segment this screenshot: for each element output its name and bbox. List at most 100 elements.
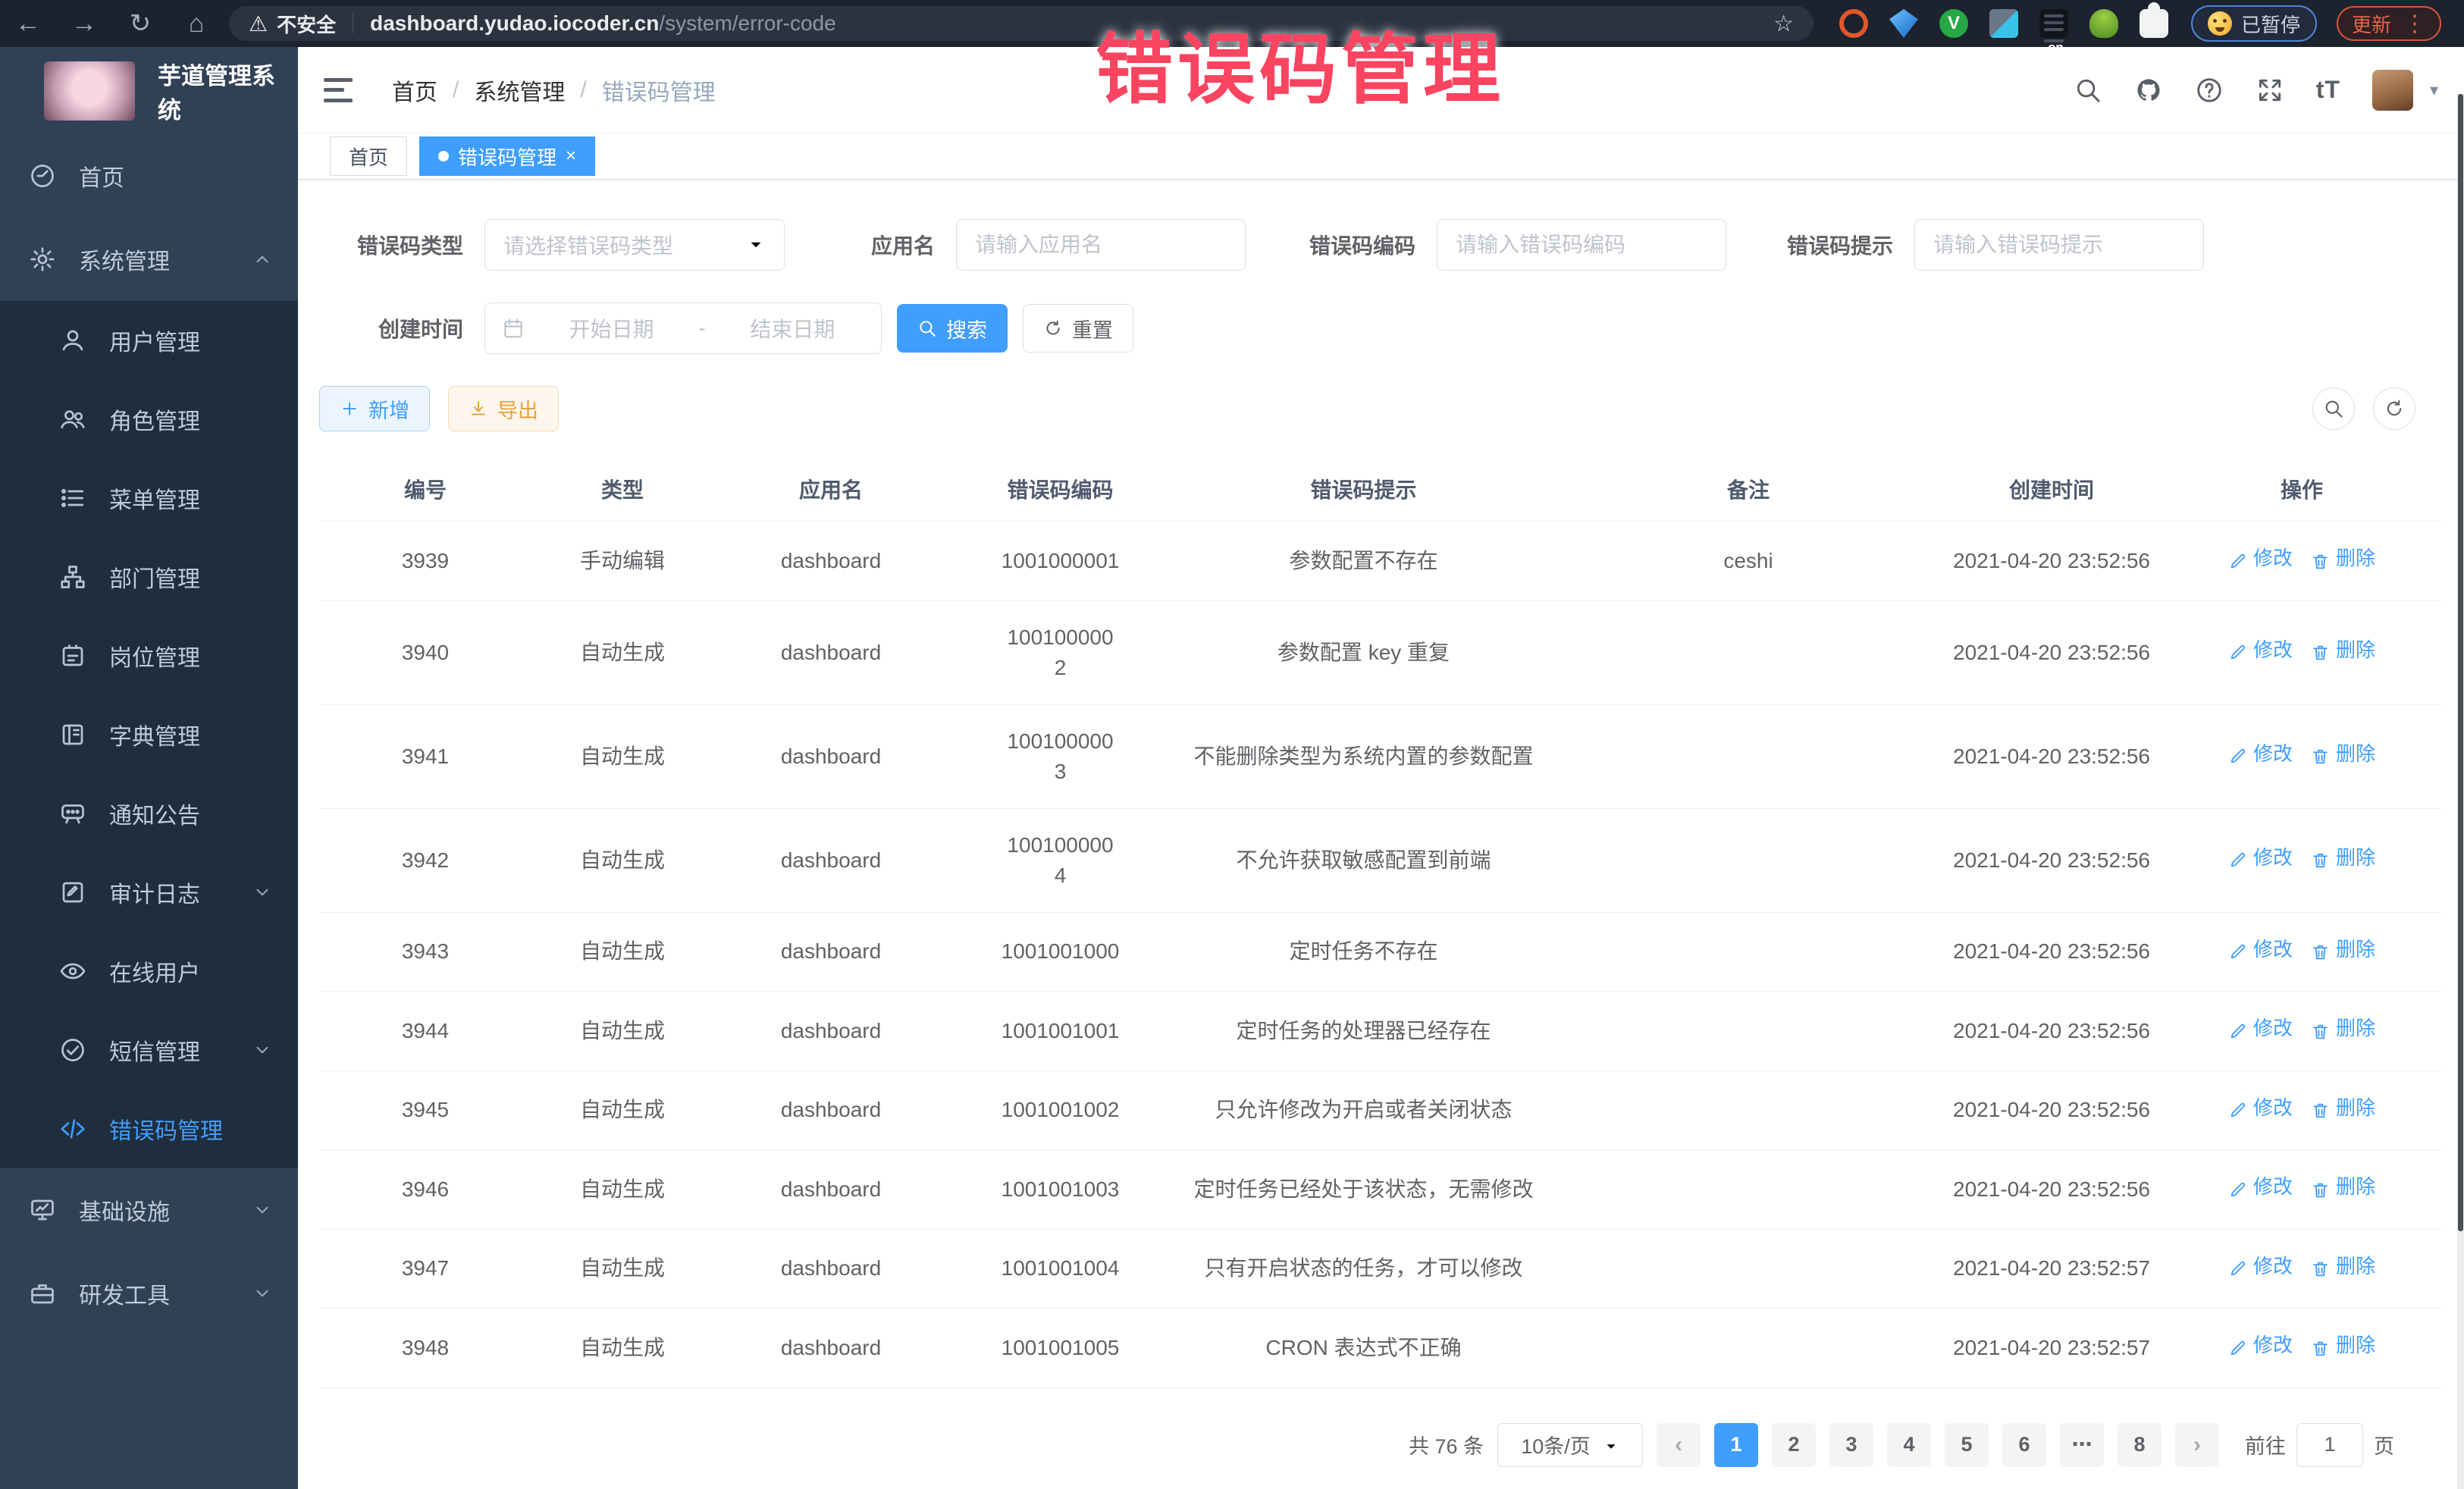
avatar-caret-down-icon[interactable]: ▾ [2430, 80, 2438, 100]
delete-row-button[interactable]: 删除 [2311, 635, 2375, 665]
pagination-next-button[interactable]: › [2175, 1423, 2219, 1467]
edit-row-button[interactable]: 修改 [2228, 543, 2293, 573]
pagination-page-3[interactable]: 3 [1829, 1423, 1873, 1467]
app-logo-row[interactable]: 芋道管理系统 [0, 47, 298, 134]
edit-row-button[interactable]: 修改 [2228, 1092, 2293, 1123]
page-scrollbar-track[interactable] [2457, 94, 2464, 1489]
pagination-ellipsis[interactable]: ⋯ [2060, 1423, 2104, 1467]
extension-ring-icon[interactable] [1839, 9, 1868, 38]
edit-row-button[interactable]: 修改 [2228, 1171, 2293, 1202]
delete-row-button[interactable]: 删除 [2311, 1092, 2375, 1123]
sidebar-item-users[interactable]: 用户管理 [0, 301, 298, 380]
table-row: 3944自动生成dashboard1001001001定时任务的处理器已经存在2… [319, 992, 2442, 1071]
browser-refresh-icon[interactable]: ↻ [112, 8, 168, 39]
edit-row-button[interactable]: 修改 [2228, 1251, 2293, 1281]
create-time-range-picker[interactable]: 开始日期 - 结束日期 [484, 303, 882, 354]
user-avatar[interactable] [2372, 70, 2413, 111]
sidebar-item-notice[interactable]: 通知公告 [0, 774, 298, 853]
table-cell: 2021-04-20 23:52:56 [1942, 600, 2161, 704]
bookmark-star-icon[interactable]: ☆ [1773, 11, 1794, 37]
sidebar-item-posts[interactable]: 岗位管理 [0, 616, 298, 695]
export-button[interactable]: 导出 [448, 386, 559, 431]
browser-menu-dots-icon[interactable]: ⋮ [2403, 11, 2426, 37]
sidebar-item-home[interactable]: 首页 [0, 134, 298, 218]
edit-row-button[interactable]: 修改 [2228, 1013, 2293, 1043]
pagination-page-8[interactable]: 8 [2118, 1423, 2161, 1467]
sidebar-item-sms[interactable]: 短信管理 [0, 1011, 298, 1089]
delete-row-button[interactable]: 删除 [2311, 738, 2375, 769]
breadcrumb-system[interactable]: 系统管理 [474, 74, 565, 107]
tag-error-code-active[interactable]: 错误码管理 × [419, 136, 595, 176]
delete-row-button[interactable]: 删除 [2311, 1013, 2375, 1043]
delete-row-button[interactable]: 删除 [2311, 1330, 2375, 1360]
pagination-prev-button[interactable]: ‹ [1657, 1423, 1701, 1467]
pagination-page-4[interactable]: 4 [1887, 1423, 1931, 1467]
table-cell: 2021-04-20 23:52:56 [1942, 1150, 2161, 1230]
sidebar-item-dicts[interactable]: 字典管理 [0, 695, 298, 774]
extension-squares-icon[interactable] [1989, 9, 2018, 38]
sidebar-item-menus[interactable]: 菜单管理 [0, 459, 298, 538]
table-cell: dashboard [713, 1229, 948, 1309]
browser-home-icon[interactable]: ⌂ [168, 9, 224, 39]
sidebar-item-system[interactable]: 系统管理 [0, 218, 298, 301]
edit-icon [2228, 549, 2247, 568]
github-icon[interactable] [2134, 76, 2163, 105]
browser-update-button[interactable]: 更新 ⋮ [2337, 6, 2441, 41]
extension-switch-icon[interactable]: on [2039, 9, 2068, 38]
delete-row-button[interactable]: 删除 [2311, 842, 2375, 873]
browser-back-icon[interactable]: ← [0, 9, 56, 39]
chevron-down-icon [252, 1200, 272, 1220]
column-header: 备注 [1555, 457, 1942, 522]
edit-row-button[interactable]: 修改 [2228, 635, 2293, 665]
extension-v-icon[interactable]: V [1939, 9, 1968, 38]
pagination-page-5[interactable]: 5 [1945, 1423, 1989, 1467]
edit-row-button[interactable]: 修改 [2228, 934, 2293, 964]
fullscreen-icon[interactable] [2256, 76, 2284, 105]
pagination-page-1[interactable]: 1 [1714, 1423, 1758, 1467]
sidebar-item-online-users[interactable]: 在线用户 [0, 932, 298, 1011]
edit-row-button[interactable]: 修改 [2228, 1330, 2293, 1360]
edit-row-button[interactable]: 修改 [2228, 738, 2293, 769]
browser-forward-icon[interactable]: → [56, 9, 112, 39]
sidebar-item-depts[interactable]: 部门管理 [0, 538, 298, 616]
delete-row-button[interactable]: 删除 [2311, 1251, 2375, 1281]
sidebar-item-error-code[interactable]: 错误码管理 [0, 1089, 298, 1168]
profile-paused-badge[interactable]: 已暂停 [2191, 5, 2317, 42]
app-name-input[interactable] [956, 219, 1246, 271]
search-button[interactable]: 搜索 [897, 304, 1008, 353]
goto-page-input[interactable] [2296, 1423, 2363, 1467]
error-hint-input[interactable] [1914, 219, 2204, 271]
table-header-row: 编号类型应用名错误码编码错误码提示备注创建时间操作 [319, 457, 2442, 522]
hamburger-icon[interactable] [324, 78, 353, 102]
delete-row-button[interactable]: 删除 [2311, 934, 2375, 964]
tag-close-icon[interactable]: × [566, 147, 576, 165]
error-type-select[interactable]: 请选择错误码类型 [484, 219, 785, 271]
refresh-table-button[interactable] [2373, 387, 2415, 430]
table-cell-operations: 修改删除 [2161, 1309, 2442, 1388]
sidebar-item-roles[interactable]: 角色管理 [0, 380, 298, 459]
breadcrumb-home[interactable]: 首页 [392, 74, 437, 107]
sidebar-item-infra[interactable]: 基础设施 [0, 1168, 298, 1252]
page-scrollbar-thumb[interactable] [2458, 94, 2463, 1231]
help-question-icon[interactable] [2195, 76, 2224, 105]
extension-key-icon[interactable] [2089, 9, 2118, 38]
add-button[interactable]: 新增 [319, 386, 430, 431]
pagination-page-6[interactable]: 6 [2002, 1423, 2046, 1467]
browser-address-bar[interactable]: ⚠ 不安全 dashboard.yudao.iocoder.cn /system… [229, 6, 1814, 41]
extension-gem-icon[interactable] [1889, 9, 1918, 38]
toggle-search-button[interactable] [2312, 387, 2355, 430]
dashboard-icon [29, 162, 56, 190]
font-size-icon[interactable]: tT [2316, 76, 2340, 104]
edit-row-button[interactable]: 修改 [2228, 842, 2293, 873]
reset-button[interactable]: 重置 [1023, 304, 1133, 353]
extensions-puzzle-icon[interactable] [2140, 9, 2168, 38]
delete-row-button[interactable]: 删除 [2311, 1171, 2375, 1202]
pagination-page-2[interactable]: 2 [1772, 1423, 1816, 1467]
delete-row-button[interactable]: 删除 [2311, 543, 2375, 573]
sidebar-item-audit-log[interactable]: 审计日志 [0, 853, 298, 932]
error-code-input[interactable] [1437, 219, 1726, 271]
tag-home[interactable]: 首页 [330, 136, 407, 176]
page-size-select[interactable]: 10条/页 [1497, 1423, 1643, 1467]
sidebar-item-dev-tools[interactable]: 研发工具 [0, 1252, 298, 1335]
search-icon[interactable] [2074, 76, 2102, 105]
